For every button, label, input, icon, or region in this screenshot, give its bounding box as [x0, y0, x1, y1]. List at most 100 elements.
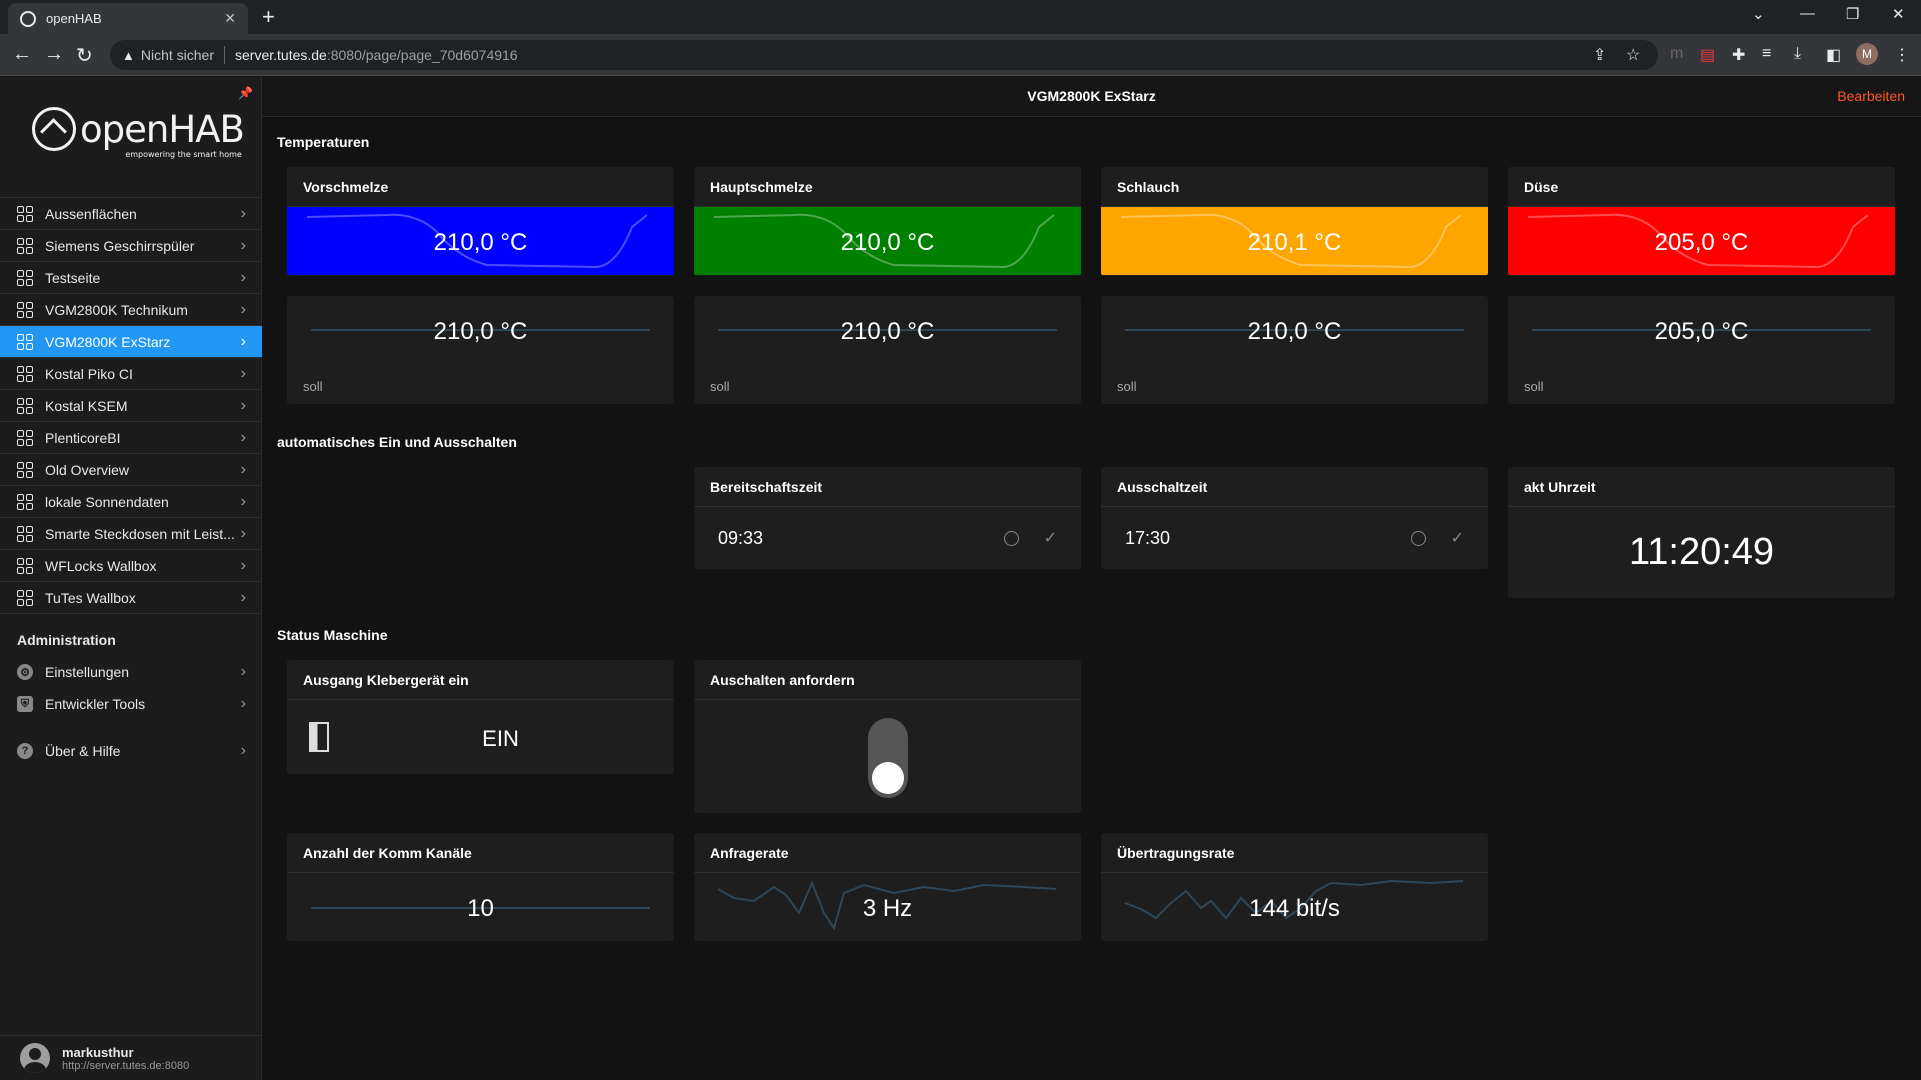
- side-panel-icon[interactable]: ◧: [1826, 45, 1841, 65]
- user-profile[interactable]: markusthur http://server.tutes.de:8080: [0, 1035, 262, 1080]
- temp-card-vorschmelze[interactable]: Vorschmelze 210,0 °C: [287, 167, 674, 276]
- sidebar-item-wflocks-wallbox[interactable]: WFLocks Wallbox ›: [0, 550, 262, 582]
- tab-close-icon[interactable]: ✕: [224, 10, 236, 27]
- current-time-value: 11:20:49: [1628, 531, 1775, 573]
- back-icon[interactable]: ←: [12, 43, 32, 66]
- extensions-puzzle-icon[interactable]: ✚: [1732, 45, 1745, 65]
- check-icon[interactable]: ✓: [1044, 528, 1057, 548]
- temp-current-panel: 210,0 °C: [287, 207, 674, 275]
- browser-toolbar: ← → ↻ ▲ Nicht sicher server.tutes.de :80…: [0, 34, 1921, 76]
- output-card[interactable]: Ausgang Klebergerät ein EIN: [287, 660, 674, 774]
- shutdown-toggle[interactable]: [867, 718, 908, 798]
- temp-value: 210,0 °C: [840, 229, 935, 256]
- openhab-logo[interactable]: openHAB empowering the smart home: [32, 107, 245, 159]
- time-value: 17:30: [1125, 527, 1171, 548]
- logo-subtitle: empowering the smart home: [125, 149, 242, 159]
- sidebar-item-ueber-hilfe[interactable]: ? Über & Hilfe ›: [0, 736, 262, 766]
- sidebar-item-einstellungen[interactable]: ⚙ Einstellungen ›: [0, 657, 262, 687]
- sidebar-item-vgm-exstarz[interactable]: VGM2800K ExStarz ›: [0, 326, 262, 358]
- sidebar-item-label: WFLocks Wallbox: [45, 557, 157, 574]
- temp-value: 210,0 °C: [433, 229, 528, 256]
- sidebar-item-old-overview[interactable]: Old Overview ›: [0, 454, 262, 486]
- sidebar-item-siemens[interactable]: Siemens Geschirrspüler ›: [0, 230, 262, 262]
- off-time-input[interactable]: 17:30 ✓: [1101, 507, 1488, 569]
- temp-card-schlauch[interactable]: Schlauch 210,1 °C: [1101, 167, 1488, 276]
- tab-search-icon[interactable]: ⌄: [1752, 5, 1765, 23]
- sidebar-item-entwickler-tools[interactable]: ⛨ Entwickler Tools ›: [0, 689, 262, 719]
- toggle-knob: [871, 762, 904, 794]
- sidebar-item-label: Old Overview: [45, 461, 130, 478]
- soll-label: soll: [303, 379, 323, 394]
- check-icon[interactable]: ✓: [1451, 528, 1464, 548]
- clock-icon[interactable]: [1411, 530, 1426, 546]
- sidebar-item-vgm-technikum[interactable]: VGM2800K Technikum ›: [0, 294, 262, 326]
- browser-menu-icon[interactable]: ⋮: [1894, 45, 1910, 65]
- soll-value: 210,0 °C: [1247, 318, 1342, 345]
- clock-icon[interactable]: [1004, 530, 1019, 546]
- sidebar-item-testseite[interactable]: Testseite ›: [0, 262, 262, 294]
- sidebar-item-kostal-piko[interactable]: Kostal Piko CI ›: [0, 358, 262, 390]
- sidebar-item-label: Kostal KSEM: [45, 397, 128, 414]
- chevron-right-icon: ›: [240, 364, 246, 382]
- reading-list-icon[interactable]: ≡: [1762, 45, 1771, 63]
- chevron-right-icon: ›: [240, 428, 246, 446]
- temp-current-panel: 210,0 °C: [694, 207, 1081, 275]
- restore-icon[interactable]: ❐: [1846, 5, 1859, 23]
- request-rate-card[interactable]: Anfragerate 3 Hz: [694, 833, 1081, 941]
- browser-tab[interactable]: openHAB ✕: [8, 3, 248, 34]
- sidebar-item-kostal-ksem[interactable]: Kostal KSEM ›: [0, 390, 262, 422]
- sidebar-item-steckdosen[interactable]: Smarte Steckdosen mit Leist... ›: [0, 518, 262, 550]
- extension-m-icon[interactable]: m: [1670, 45, 1683, 63]
- reload-icon[interactable]: ↻: [76, 43, 93, 68]
- grid-icon: [17, 205, 33, 222]
- grid-icon: [17, 365, 33, 382]
- close-window-icon[interactable]: ✕: [1892, 5, 1905, 23]
- chevron-right-icon: ›: [240, 742, 246, 759]
- temp-card-hauptschmelze[interactable]: Hauptschmelze 210,0 °C: [694, 167, 1081, 276]
- minimize-icon[interactable]: —: [1800, 5, 1815, 22]
- sidebar-item-aussenflaechen[interactable]: Aussenflächen ›: [0, 198, 262, 230]
- card-title: Übertragungsrate: [1101, 833, 1488, 873]
- temp-card-duese[interactable]: Düse 205,0 °C: [1508, 167, 1895, 276]
- standby-time-card: Bereitschaftszeit 09:33 ✓: [694, 467, 1081, 569]
- sidebar-item-label: Siemens Geschirrspüler: [45, 237, 195, 254]
- sidebar: 📌 openHAB empowering the smart home Auss…: [0, 77, 262, 1080]
- request-rate-value: 3 Hz: [862, 895, 913, 922]
- warning-icon: ▲: [122, 47, 135, 63]
- sidebar-item-label: VGM2800K ExStarz: [45, 333, 171, 350]
- new-tab-icon[interactable]: +: [262, 4, 275, 30]
- chevron-right-icon: ›: [240, 695, 246, 712]
- soll-card-vorschmelze[interactable]: 210,0 °C soll: [287, 296, 674, 404]
- sidebar-item-tutes-wallbox[interactable]: TuTes Wallbox ›: [0, 582, 262, 614]
- standby-time-input[interactable]: 09:33 ✓: [694, 507, 1081, 569]
- chevron-right-icon: ›: [240, 460, 246, 478]
- soll-card-duese[interactable]: 205,0 °C soll: [1508, 296, 1895, 404]
- sidebar-item-label: Kostal Piko CI: [45, 365, 133, 382]
- card-title: Anzahl der Komm Kanäle: [287, 833, 674, 873]
- transfer-rate-card[interactable]: Übertragungsrate 144 bit/s: [1101, 833, 1488, 941]
- soll-card-hauptschmelze[interactable]: 210,0 °C soll: [694, 296, 1081, 404]
- share-icon[interactable]: ⇪: [1593, 45, 1606, 65]
- temp-current-panel: 210,1 °C: [1101, 207, 1488, 275]
- channels-card[interactable]: Anzahl der Komm Kanäle 10: [287, 833, 674, 941]
- logo-text: openHAB: [80, 107, 245, 151]
- soll-card-schlauch[interactable]: 210,0 °C soll: [1101, 296, 1488, 404]
- sidebar-item-plenticorebi[interactable]: PlenticoreBI ›: [0, 422, 262, 454]
- admin-section-title: Administration: [17, 632, 116, 648]
- chevron-right-icon: ›: [240, 396, 246, 414]
- sidebar-item-sonnendaten[interactable]: lokale Sonnendaten ›: [0, 486, 262, 518]
- page-header: VGM2800K ExStarz Bearbeiten: [262, 77, 1921, 117]
- section-title-auto: automatisches Ein und Ausschalten: [277, 434, 517, 450]
- download-icon[interactable]: ⤓: [1794, 45, 1801, 63]
- edit-button[interactable]: Bearbeiten: [1837, 88, 1905, 104]
- grid-icon: [17, 525, 33, 542]
- pin-icon[interactable]: 📌: [238, 86, 253, 100]
- extension-red-icon[interactable]: ▤: [1700, 45, 1715, 65]
- chevron-right-icon: ›: [240, 663, 246, 680]
- sidebar-menu: Aussenflächen › Siemens Geschirrspüler › T…: [0, 197, 262, 614]
- card-title: Hauptschmelze: [694, 167, 1081, 207]
- profile-avatar[interactable]: M: [1856, 43, 1878, 65]
- address-bar[interactable]: ▲ Nicht sicher server.tutes.de :8080/pag…: [110, 40, 1658, 70]
- forward-icon[interactable]: →: [44, 43, 64, 66]
- bookmark-star-icon[interactable]: ☆: [1626, 45, 1640, 65]
